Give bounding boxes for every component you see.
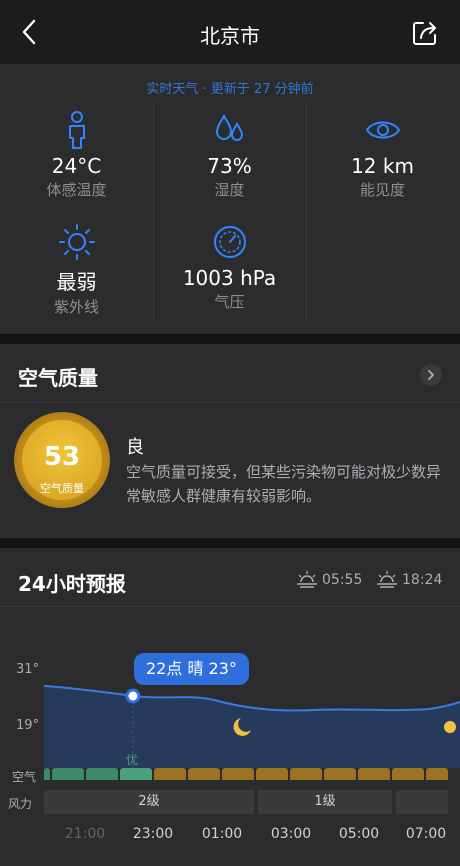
visibility-label: 能见度 [359,181,405,199]
sunset-icon [377,571,397,588]
air-level-label: 优 [126,753,139,767]
uv-label: 紫外线 [53,298,99,316]
feels-like-value: 24°C [51,154,102,178]
hour-label: 05:00 [338,826,380,842]
visibility-cell: 12 km 能见度 [306,110,459,200]
wind-row-label: 风力 [8,797,33,811]
visibility-value: 12 km [351,154,414,178]
air-bar [86,768,118,780]
air-bar [392,768,424,780]
air-bar [188,768,220,780]
divider [0,402,460,403]
hour-tooltip: 22点 晴 23° [134,653,249,685]
sunrise-time: 05:55 [322,572,363,588]
feels-like-label: 体感温度 [46,181,107,199]
air-bar [154,768,186,780]
air-bar [52,768,84,780]
humidity-value: 73% [207,154,252,178]
wind-segment [396,790,448,814]
wind-segment: 2级 [44,790,254,814]
hour-label: 07:00 [405,826,447,842]
hour-label: 01:00 [201,826,243,842]
aqi-label: 空气质量 [40,482,84,495]
section-gap [0,334,460,344]
selected-point[interactable] [125,688,141,704]
sun-icon [444,721,456,733]
air-quality-title: 空气质量 [18,366,98,390]
update-status: 实时天气 · 更新于 27 分钟前 [146,82,314,97]
drops-icon [215,113,243,141]
air-bar [358,768,390,780]
section-gap [0,538,460,548]
hour-label: 23:00 [132,826,174,842]
gauge-icon [213,226,246,258]
page-title: 北京市 [200,24,260,48]
aqi-level: 良 [126,437,144,458]
wind-segment: 1级 [258,790,392,814]
air-bar [120,768,152,780]
uv-value: 最弱 [56,270,97,294]
temperature-area [44,686,460,768]
air-bar [324,768,356,780]
sun-icon [58,224,95,260]
humidity-label: 湿度 [214,181,245,199]
air-quality-more-button[interactable] [420,364,442,386]
air-bar [290,768,322,780]
uv-cell: 最弱 紫外线 [0,222,153,317]
pressure-label: 气压 [214,293,245,311]
hour-label: 21:00 [64,826,106,842]
air-bar [256,768,288,780]
person-icon [68,111,85,149]
pressure-value: 1003 hPa [182,266,277,290]
y-axis-high: 31° [16,662,40,677]
aqi-value: 53 [43,442,81,472]
aqi-description: 空气质量可接受，但某些污染物可能对极少数异常敏感人群健康有较弱影响。 [126,463,442,505]
air-bar [44,768,50,780]
sunset-time: 18:24 [402,572,443,588]
hour-label: 03:00 [270,826,312,842]
humidity-cell: 73% 湿度 [153,110,306,200]
air-row-label: 空气 [12,770,37,784]
feels-like-cell: 24°C 体感温度 [0,110,153,200]
temperature-chart[interactable] [44,682,460,772]
air-bar [222,768,254,780]
y-axis-low: 19° [16,718,40,733]
eye-icon [365,121,400,139]
sunrise-icon [297,571,317,588]
air-bar [426,768,448,780]
share-button[interactable] [410,18,440,48]
chevron-right-icon [428,370,434,380]
share-icon [413,22,436,45]
pressure-cell: 1003 hPa 气压 [153,222,306,312]
forecast-title: 24小时预报 [18,572,126,596]
divider [0,606,460,607]
